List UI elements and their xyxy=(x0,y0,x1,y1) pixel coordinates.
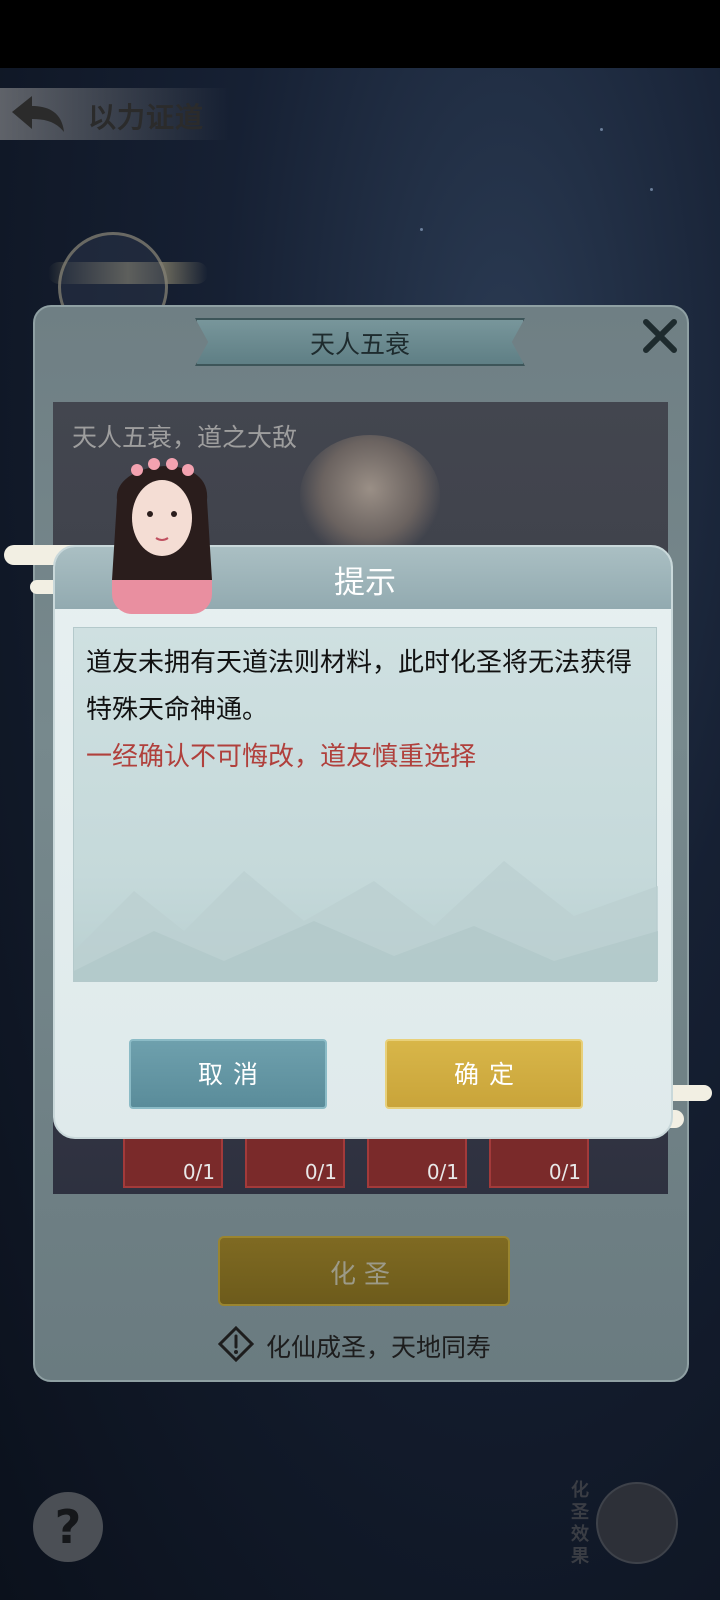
mountain-decoration xyxy=(74,861,658,981)
dialog-body: 道友未拥有天道法则材料，此时化圣将无法获得特殊天命神通。 一经确认不可悔改，道友… xyxy=(73,627,658,982)
confirm-dialog: 提示 道友未拥有天道法则材料，此时化圣将无法获得特殊天命神通。 一经确认不可悔改… xyxy=(53,545,673,1139)
dialog-message: 道友未拥有天道法则材料，此时化圣将无法获得特殊天命神通。 xyxy=(86,648,633,725)
dialog-warning: 一经确认不可悔改，道友慎重选择 xyxy=(86,742,477,772)
cancel-button[interactable]: 取消 xyxy=(129,1039,327,1109)
guide-character-portrait xyxy=(112,458,212,614)
confirm-button[interactable]: 确定 xyxy=(385,1039,583,1109)
